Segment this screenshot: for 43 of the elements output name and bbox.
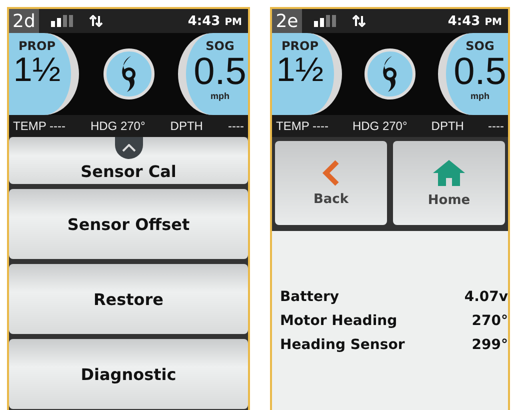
chevron-left-icon (322, 160, 340, 186)
gauge-value: 1½ (276, 53, 324, 87)
clock: 4:43 PM (188, 14, 242, 28)
menu-button[interactable]: Sensor Offset (9, 189, 248, 259)
data-field: DPTH (431, 119, 464, 133)
reading-label: Heading Sensor (280, 337, 405, 353)
menu-button[interactable]: Diagnostic (9, 339, 248, 409)
back-button[interactable]: Back (275, 141, 387, 225)
propeller-icon (364, 48, 416, 100)
gauge-value: 1½ (13, 53, 61, 87)
home-icon (432, 158, 466, 186)
data-field: TEMP ---- (276, 119, 328, 133)
reading-value: 4.07v (464, 289, 508, 305)
signal-icon (314, 15, 336, 27)
reading-value: 270° (472, 313, 508, 329)
gauge-label: PROP (18, 39, 56, 53)
data-field: HDG 270° (352, 119, 408, 133)
screen-label: 2d (9, 9, 39, 33)
reading-value: 299° (472, 337, 508, 353)
gauge-label: SOG (206, 39, 234, 53)
up-down-arrows-icon (89, 15, 103, 27)
menu-button[interactable]: Restore (9, 264, 248, 334)
data-field: ---- (228, 119, 244, 133)
up-down-arrows-icon (352, 15, 366, 27)
data-field: TEMP ---- (13, 119, 66, 133)
data-field: ---- (488, 119, 504, 133)
clock: 4:43 PM (448, 14, 502, 28)
gauge-value: 0.5 (194, 53, 246, 91)
screen-label: 2e (272, 9, 302, 33)
gauge-unit: mph (210, 91, 230, 101)
reading-label: Motor Heading (280, 313, 398, 329)
gauge-label: SOG (466, 39, 494, 53)
data-field: DPTH (170, 119, 203, 133)
gauge-unit: mph (470, 91, 490, 101)
gauge-value: 0.5 (454, 53, 506, 91)
home-button[interactable]: Home (393, 141, 505, 225)
signal-icon (51, 15, 73, 27)
gauge-label: PROP (281, 39, 319, 53)
menu-button[interactable]: Sensor Cal (9, 137, 248, 184)
chevron-up-icon (122, 144, 136, 152)
reading-label: Battery (280, 289, 340, 305)
data-field: HDG 270° (90, 119, 146, 133)
propeller-icon (102, 48, 154, 100)
